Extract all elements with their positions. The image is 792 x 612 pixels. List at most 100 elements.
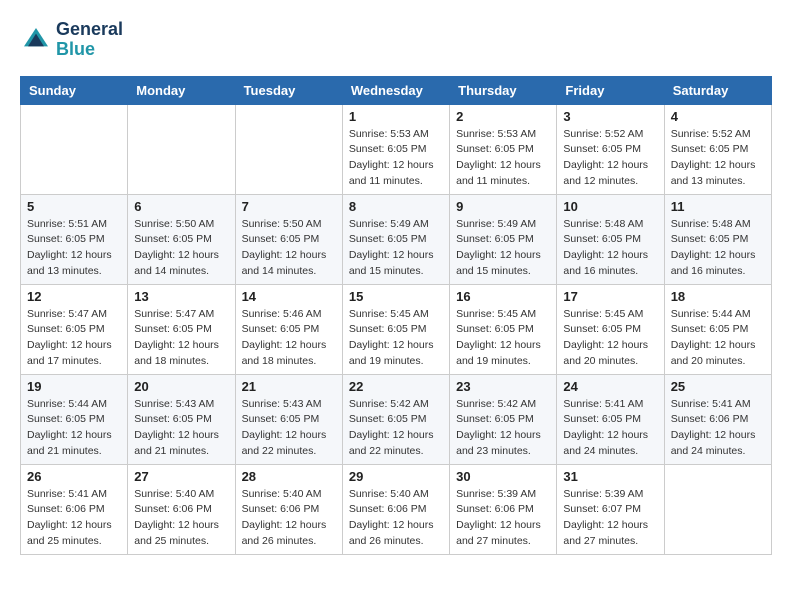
day-info: Sunrise: 5:45 AM Sunset: 6:05 PM Dayligh… xyxy=(456,307,550,370)
day-number: 6 xyxy=(134,199,228,214)
weekday-header-tuesday: Tuesday xyxy=(235,76,342,104)
day-number: 13 xyxy=(134,289,228,304)
calendar-cell: 4Sunrise: 5:52 AM Sunset: 6:05 PM Daylig… xyxy=(664,104,771,194)
weekday-header-thursday: Thursday xyxy=(450,76,557,104)
calendar-cell: 22 Sunrise: 5:42 AM Sunset: 6:05 PM Dayli… xyxy=(342,374,449,464)
calendar-week-row: 26 Sunrise: 5:41 AM Sunset: 6:06 PM Dayli… xyxy=(21,464,772,554)
calendar-cell: 11 Sunrise: 5:48 AM Sunset: 6:05 PM Dayli… xyxy=(664,194,771,284)
day-number: 22 xyxy=(349,379,443,394)
day-info: Sunrise: 5:44 AM Sunset: 6:05 PM Dayligh… xyxy=(27,397,121,460)
calendar-cell: 31Sunrise: 5:39 AM Sunset: 6:07 PM Dayli… xyxy=(557,464,664,554)
calendar-week-row: 1Sunrise: 5:53 AM Sunset: 6:05 PM Daylig… xyxy=(21,104,772,194)
day-info: Sunrise: 5:40 AM Sunset: 6:06 PM Dayligh… xyxy=(349,487,443,550)
weekday-header-friday: Friday xyxy=(557,76,664,104)
calendar-table: SundayMondayTuesdayWednesdayThursdayFrid… xyxy=(20,76,772,555)
day-info: Sunrise: 5:53 AM Sunset: 6:05 PM Dayligh… xyxy=(456,127,550,190)
weekday-header-monday: Monday xyxy=(128,76,235,104)
day-number: 25 xyxy=(671,379,765,394)
day-info: Sunrise: 5:48 AM Sunset: 6:05 PM Dayligh… xyxy=(671,217,765,280)
day-number: 2 xyxy=(456,109,550,124)
calendar-cell: 29 Sunrise: 5:40 AM Sunset: 6:06 PM Dayli… xyxy=(342,464,449,554)
day-info: Sunrise: 5:49 AM Sunset: 6:05 PM Dayligh… xyxy=(456,217,550,280)
day-info: Sunrise: 5:47 AM Sunset: 6:05 PM Dayligh… xyxy=(134,307,228,370)
calendar-cell: 25Sunrise: 5:41 AM Sunset: 6:06 PM Dayli… xyxy=(664,374,771,464)
calendar-week-row: 19 Sunrise: 5:44 AM Sunset: 6:05 PM Dayli… xyxy=(21,374,772,464)
day-number: 28 xyxy=(242,469,336,484)
day-number: 29 xyxy=(349,469,443,484)
day-number: 20 xyxy=(134,379,228,394)
logo-icon xyxy=(20,24,52,56)
weekday-header-wednesday: Wednesday xyxy=(342,76,449,104)
day-info: Sunrise: 5:41 AM Sunset: 6:05 PM Dayligh… xyxy=(563,397,657,460)
calendar-header-row: SundayMondayTuesdayWednesdayThursdayFrid… xyxy=(21,76,772,104)
calendar-cell: 24 Sunrise: 5:41 AM Sunset: 6:05 PM Dayli… xyxy=(557,374,664,464)
day-info: Sunrise: 5:47 AM Sunset: 6:05 PM Dayligh… xyxy=(27,307,121,370)
calendar-cell xyxy=(235,104,342,194)
calendar-cell: 28 Sunrise: 5:40 AM Sunset: 6:06 PM Dayli… xyxy=(235,464,342,554)
calendar-cell: 9 Sunrise: 5:49 AM Sunset: 6:05 PM Daylig… xyxy=(450,194,557,284)
day-number: 15 xyxy=(349,289,443,304)
calendar-cell xyxy=(21,104,128,194)
day-number: 23 xyxy=(456,379,550,394)
day-info: Sunrise: 5:42 AM Sunset: 6:05 PM Dayligh… xyxy=(349,397,443,460)
day-number: 21 xyxy=(242,379,336,394)
calendar-cell: 1Sunrise: 5:53 AM Sunset: 6:05 PM Daylig… xyxy=(342,104,449,194)
calendar-cell: 7 Sunrise: 5:50 AM Sunset: 6:05 PM Daylig… xyxy=(235,194,342,284)
day-number: 7 xyxy=(242,199,336,214)
calendar-cell: 30 Sunrise: 5:39 AM Sunset: 6:06 PM Dayli… xyxy=(450,464,557,554)
day-info: Sunrise: 5:49 AM Sunset: 6:05 PM Dayligh… xyxy=(349,217,443,280)
day-number: 19 xyxy=(27,379,121,394)
day-info: Sunrise: 5:50 AM Sunset: 6:05 PM Dayligh… xyxy=(134,217,228,280)
calendar-cell xyxy=(664,464,771,554)
calendar-cell: 5 Sunrise: 5:51 AM Sunset: 6:05 PM Daylig… xyxy=(21,194,128,284)
day-number: 17 xyxy=(563,289,657,304)
page-header: General Blue xyxy=(20,20,772,60)
calendar-cell: 16 Sunrise: 5:45 AM Sunset: 6:05 PM Dayli… xyxy=(450,284,557,374)
calendar-cell: 27Sunrise: 5:40 AM Sunset: 6:06 PM Dayli… xyxy=(128,464,235,554)
day-number: 9 xyxy=(456,199,550,214)
day-number: 30 xyxy=(456,469,550,484)
logo-text: General Blue xyxy=(56,20,123,60)
calendar-cell: 18Sunrise: 5:44 AM Sunset: 6:05 PM Dayli… xyxy=(664,284,771,374)
calendar-cell: 17 Sunrise: 5:45 AM Sunset: 6:05 PM Dayli… xyxy=(557,284,664,374)
day-info: Sunrise: 5:39 AM Sunset: 6:06 PM Dayligh… xyxy=(456,487,550,550)
calendar-cell xyxy=(128,104,235,194)
logo: General Blue xyxy=(20,20,123,60)
day-info: Sunrise: 5:48 AM Sunset: 6:05 PM Dayligh… xyxy=(563,217,657,280)
calendar-cell: 14 Sunrise: 5:46 AM Sunset: 6:05 PM Dayli… xyxy=(235,284,342,374)
day-info: Sunrise: 5:51 AM Sunset: 6:05 PM Dayligh… xyxy=(27,217,121,280)
weekday-header-saturday: Saturday xyxy=(664,76,771,104)
calendar-cell: 8 Sunrise: 5:49 AM Sunset: 6:05 PM Daylig… xyxy=(342,194,449,284)
calendar-week-row: 12Sunrise: 5:47 AM Sunset: 6:05 PM Dayli… xyxy=(21,284,772,374)
day-info: Sunrise: 5:43 AM Sunset: 6:05 PM Dayligh… xyxy=(134,397,228,460)
day-number: 8 xyxy=(349,199,443,214)
day-number: 10 xyxy=(563,199,657,214)
day-number: 16 xyxy=(456,289,550,304)
day-number: 5 xyxy=(27,199,121,214)
day-number: 4 xyxy=(671,109,765,124)
day-info: Sunrise: 5:40 AM Sunset: 6:06 PM Dayligh… xyxy=(242,487,336,550)
day-number: 3 xyxy=(563,109,657,124)
day-info: Sunrise: 5:42 AM Sunset: 6:05 PM Dayligh… xyxy=(456,397,550,460)
day-info: Sunrise: 5:50 AM Sunset: 6:05 PM Dayligh… xyxy=(242,217,336,280)
day-info: Sunrise: 5:43 AM Sunset: 6:05 PM Dayligh… xyxy=(242,397,336,460)
calendar-cell: 13 Sunrise: 5:47 AM Sunset: 6:05 PM Dayli… xyxy=(128,284,235,374)
day-info: Sunrise: 5:45 AM Sunset: 6:05 PM Dayligh… xyxy=(349,307,443,370)
calendar-cell: 21 Sunrise: 5:43 AM Sunset: 6:05 PM Dayli… xyxy=(235,374,342,464)
calendar-cell: 26 Sunrise: 5:41 AM Sunset: 6:06 PM Dayli… xyxy=(21,464,128,554)
day-number: 11 xyxy=(671,199,765,214)
calendar-cell: 2 Sunrise: 5:53 AM Sunset: 6:05 PM Daylig… xyxy=(450,104,557,194)
weekday-header-sunday: Sunday xyxy=(21,76,128,104)
day-number: 18 xyxy=(671,289,765,304)
day-info: Sunrise: 5:39 AM Sunset: 6:07 PM Dayligh… xyxy=(563,487,657,550)
day-number: 24 xyxy=(563,379,657,394)
day-info: Sunrise: 5:45 AM Sunset: 6:05 PM Dayligh… xyxy=(563,307,657,370)
day-info: Sunrise: 5:41 AM Sunset: 6:06 PM Dayligh… xyxy=(27,487,121,550)
day-number: 14 xyxy=(242,289,336,304)
day-info: Sunrise: 5:53 AM Sunset: 6:05 PM Dayligh… xyxy=(349,127,443,190)
calendar-cell: 20 Sunrise: 5:43 AM Sunset: 6:05 PM Dayli… xyxy=(128,374,235,464)
day-number: 26 xyxy=(27,469,121,484)
day-number: 27 xyxy=(134,469,228,484)
calendar-cell: 12Sunrise: 5:47 AM Sunset: 6:05 PM Dayli… xyxy=(21,284,128,374)
day-info: Sunrise: 5:46 AM Sunset: 6:05 PM Dayligh… xyxy=(242,307,336,370)
